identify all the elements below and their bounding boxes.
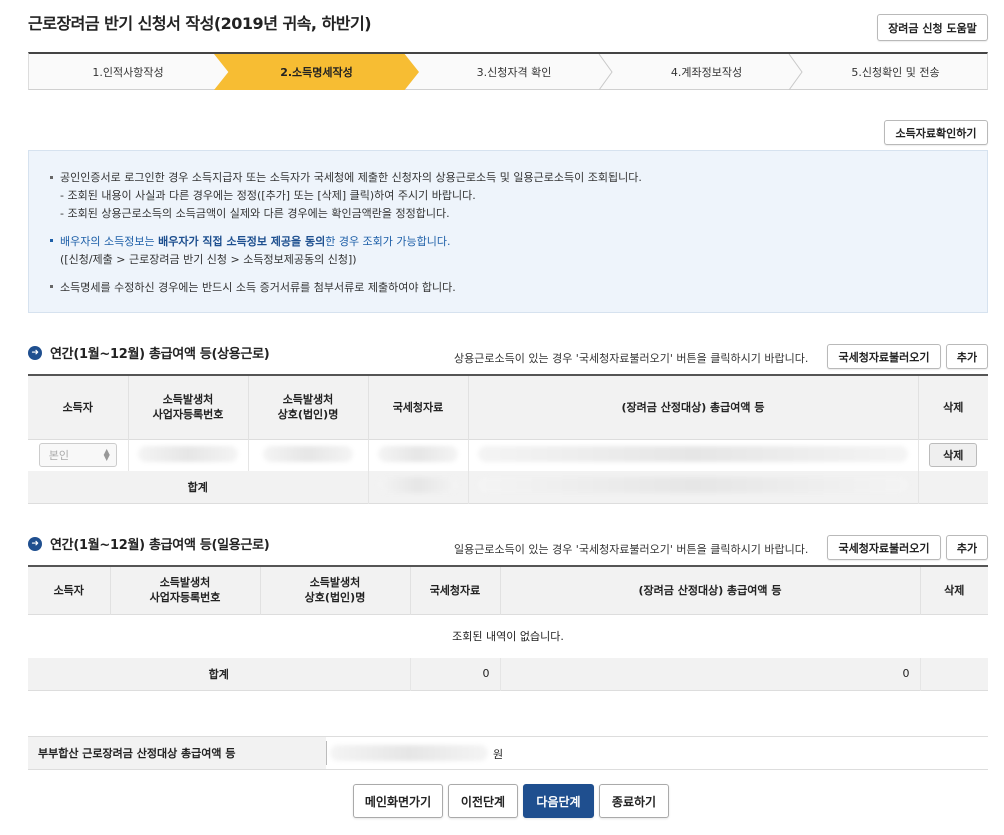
earner-select[interactable]: 본인 ▲ ▼ — [38, 443, 117, 468]
biz-no-cell — [128, 439, 249, 471]
col-biz-name-line1: 소득발생처 — [282, 393, 334, 407]
prev-step-button[interactable]: 이전단계 — [448, 784, 518, 818]
couple-total-label: 부부합산 근로장려금 산정대상 총급여액 등 — [28, 737, 326, 769]
table-row: 본인 ▲ ▼ 삭제 — [28, 439, 988, 471]
regular-load-nts-button[interactable]: 국세청자료불러오기 — [827, 344, 941, 369]
col-biz-no-line2: 사업자등록번호 — [149, 591, 221, 605]
col-biz-name: 소득발생처 상호(법인)명 — [248, 375, 369, 439]
step-arrows — [598, 54, 803, 90]
divider — [326, 741, 327, 765]
info-line-1: 공인인증서로 로그인한 경우 소득지급자 또는 소득자가 국세청에 제출한 신청… — [60, 171, 642, 184]
empty-message: 조회된 내역이 없습니다. — [452, 630, 564, 644]
biz-name-cell — [248, 439, 369, 471]
income-check-button[interactable]: 소득자료확인하기 — [884, 120, 988, 145]
sum-label: 합계 — [28, 471, 369, 503]
table-header-row: 소득자 소득발생처 사업자등록번호 소득발생처 상호(법인)명 국세청자료 (장려금… — [28, 566, 988, 614]
bullet-icon — [50, 176, 53, 179]
redacted-value — [378, 477, 458, 494]
couple-total-value-redacted — [330, 745, 488, 761]
col-amount: (장려금 산정대상) 총급여액 등 — [468, 375, 919, 439]
col-biz-name-line1: 소득발생처 — [309, 576, 361, 590]
col-biz-no: 소득발생처 사업자등록번호 — [128, 375, 249, 439]
couple-total-row: 부부합산 근로장려금 산정대상 총급여액 등 원 — [28, 736, 988, 770]
col-amount: (장려금 산정대상) 총급여액 등 — [500, 566, 921, 614]
col-biz-no-line1: 소득발생처 — [162, 393, 214, 407]
sum-amount: 0 — [500, 658, 921, 690]
info-line-3: - 조회된 상용근로소득의 소득금액이 실제와 다른 경우에는 확인금액란을 정… — [60, 207, 450, 220]
regular-title-text: 연간(1월~12월) 총급여액 등(상용근로) — [50, 347, 270, 362]
col-biz-no-line1: 소득발생처 — [159, 576, 211, 590]
sum-label: 합계 — [28, 658, 411, 690]
redacted-value — [478, 477, 908, 494]
daily-income-table: 소득자 소득발생처 사업자등록번호 소득발생처 상호(법인)명 국세청자료 (장려금… — [28, 565, 988, 691]
sum-row: 합계 0 0 — [28, 658, 988, 690]
sum-nts: 0 — [410, 658, 501, 690]
col-biz-name: 소득발생처 상호(법인)명 — [260, 566, 411, 614]
regular-note: 상용근로소득이 있는 경우 '국세청자료불러오기' 버튼을 클릭하시기 바랍니다… — [454, 352, 809, 365]
col-nts: 국세청자료 — [410, 566, 501, 614]
col-delete: 삭제 — [920, 566, 988, 614]
regular-add-button[interactable]: 추가 — [946, 344, 988, 369]
close-button[interactable]: 종료하기 — [599, 784, 669, 818]
daily-title-text: 연간(1월~12월) 총급여액 등(일용근로) — [50, 538, 270, 553]
earner-select-value: 본인 — [48, 449, 69, 463]
help-button[interactable]: 장려금 신청 도움말 — [877, 14, 988, 41]
empty-row: 조회된 내역이 없습니다. — [28, 614, 988, 658]
main-page-button[interactable]: 메인화면가기 — [353, 784, 443, 818]
col-earner: 소득자 — [28, 566, 111, 614]
col-earner: 소득자 — [28, 375, 129, 439]
arrow-right-circle-icon: ➜ — [28, 345, 42, 360]
redacted-value — [263, 445, 353, 462]
nts-cell — [368, 439, 469, 471]
bullet-icon — [50, 239, 53, 242]
info-line-2: - 조회된 내용이 사실과 다른 경우에는 정정([추가] 또는 [삭제] 클릭… — [60, 189, 476, 202]
col-biz-name-line2: 상호(법인)명 — [277, 408, 339, 422]
table-header-row: 소득자 소득발생처 사업자등록번호 소득발생처 상호(법인)명 국세청자료 (장려금… — [28, 375, 988, 439]
daily-section-title: ➜ 연간(1월~12월) 총급여액 등(일용근로) — [28, 534, 270, 553]
step-progress-bar: 1.인적사항작성 2.소득명세작성 3.신청자격 확인 4.계좌정보작성 5.신… — [28, 52, 988, 90]
amount-cell — [468, 439, 919, 471]
col-biz-no-line2: 사업자등록번호 — [152, 408, 224, 422]
col-nts: 국세청자료 — [368, 375, 469, 439]
couple-total-unit: 원 — [493, 748, 504, 761]
info-line-4: 배우자의 소득정보는 배우자가 직접 소득정보 제공을 동의한 경우 조회가 가… — [60, 233, 451, 249]
regular-income-table: 소득자 소득발생처 사업자등록번호 소득발생처 상호(법인)명 국세청자료 (장려금… — [28, 374, 988, 504]
info-line-4-c: 한 경우 조회가 가능합니다. — [325, 235, 451, 248]
daily-note: 일용근로소득이 있는 경우 '국세청자료불러오기' 버튼을 클릭하시기 바랍니다… — [454, 543, 809, 556]
daily-load-nts-button[interactable]: 국세청자료불러오기 — [827, 535, 941, 560]
sum-nts — [368, 471, 469, 503]
next-step-button[interactable]: 다음단계 — [523, 784, 594, 818]
info-line-4-a: 배우자의 소득정보는 — [60, 235, 159, 248]
redacted-value — [138, 445, 238, 462]
info-line-6: 소득명세를 수정하신 경우에는 반드시 소득 증거서류를 첨부서류로 제출하여야… — [60, 281, 456, 294]
earner-cell: 본인 ▲ ▼ — [28, 439, 129, 471]
page-title: 근로장려금 반기 신청서 작성(2019년 귀속, 하반기) — [28, 14, 372, 33]
arrow-right-circle-icon: ➜ — [28, 536, 42, 551]
info-box: 공인인증서로 로그인한 경우 소득지급자 또는 소득자가 국세청에 제출한 신청… — [28, 150, 988, 313]
sum-amount — [468, 471, 919, 503]
redacted-value — [378, 445, 458, 462]
sum-row: 합계 — [28, 471, 988, 503]
row-delete-button[interactable]: 삭제 — [929, 443, 978, 468]
sum-empty — [920, 658, 988, 690]
updown-arrow-icon: ▲ ▼ — [103, 447, 110, 463]
daily-add-button[interactable]: 추가 — [946, 535, 988, 560]
delete-cell: 삭제 — [918, 439, 988, 471]
bullet-icon — [50, 285, 53, 288]
col-biz-name-line2: 상호(법인)명 — [304, 591, 366, 605]
info-line-4-b: 배우자가 직접 소득정보 제공을 동의 — [158, 235, 326, 248]
regular-section-title: ➜ 연간(1월~12월) 총급여액 등(상용근로) — [28, 343, 270, 362]
sum-empty — [918, 471, 988, 503]
col-delete: 삭제 — [918, 375, 988, 439]
col-biz-no: 소득발생처 사업자등록번호 — [110, 566, 261, 614]
info-line-5: ([신청/제출 > 근로장려금 반기 신청 > 소득정보제공동의 신청]) — [60, 253, 357, 266]
redacted-value — [478, 445, 908, 462]
